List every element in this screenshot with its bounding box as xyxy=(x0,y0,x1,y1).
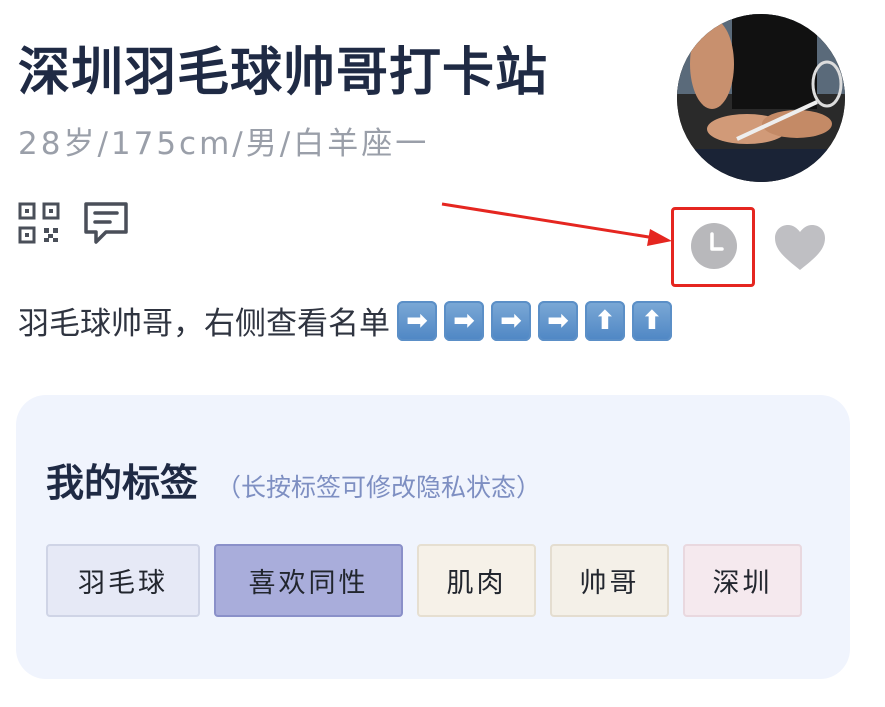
tags-hint: （长按标签可修改隐私状态） xyxy=(216,473,542,502)
up-arrow-emoji: ⬆ xyxy=(585,300,625,341)
tags-title: 我的标签 xyxy=(46,461,199,505)
right-arrow-emoji: ➡ xyxy=(444,300,484,341)
profile-subtitle: 28岁/175cm/男/白羊座一 xyxy=(18,126,430,162)
heart-icon[interactable] xyxy=(773,224,827,276)
right-arrow-emoji: ➡ xyxy=(538,300,578,341)
tag-muscle[interactable]: 肌肉 xyxy=(417,544,536,617)
qr-code-icon[interactable] xyxy=(18,202,60,248)
clock-icon[interactable] xyxy=(690,222,738,274)
bio-line: 羽毛球帅哥，右侧查看名单 ➡ ➡ ➡ ➡ ⬆ ⬆ xyxy=(18,298,672,343)
tag-handsome[interactable]: 帅哥 xyxy=(550,544,669,617)
tags-header: 我的标签 （长按标签可修改隐私状态） xyxy=(46,452,541,507)
tag-list: 羽毛球 喜欢同性 肌肉 帅哥 深圳 xyxy=(46,544,802,617)
tag-same-sex[interactable]: 喜欢同性 xyxy=(214,544,403,617)
pointer-arrow xyxy=(441,202,672,246)
tag-shenzhen[interactable]: 深圳 xyxy=(683,544,802,617)
avatar[interactable] xyxy=(677,14,845,182)
bio-text: 羽毛球帅哥，右侧查看名单 xyxy=(18,306,390,342)
message-icon[interactable] xyxy=(82,200,130,250)
up-arrow-emoji: ⬆ xyxy=(632,300,672,341)
tag-badminton[interactable]: 羽毛球 xyxy=(46,544,200,617)
right-arrow-emoji: ➡ xyxy=(397,300,437,341)
tags-card xyxy=(16,395,850,679)
right-arrow-emoji: ➡ xyxy=(491,300,531,341)
profile-title: 深圳羽毛球帅哥打卡站 xyxy=(18,43,549,103)
